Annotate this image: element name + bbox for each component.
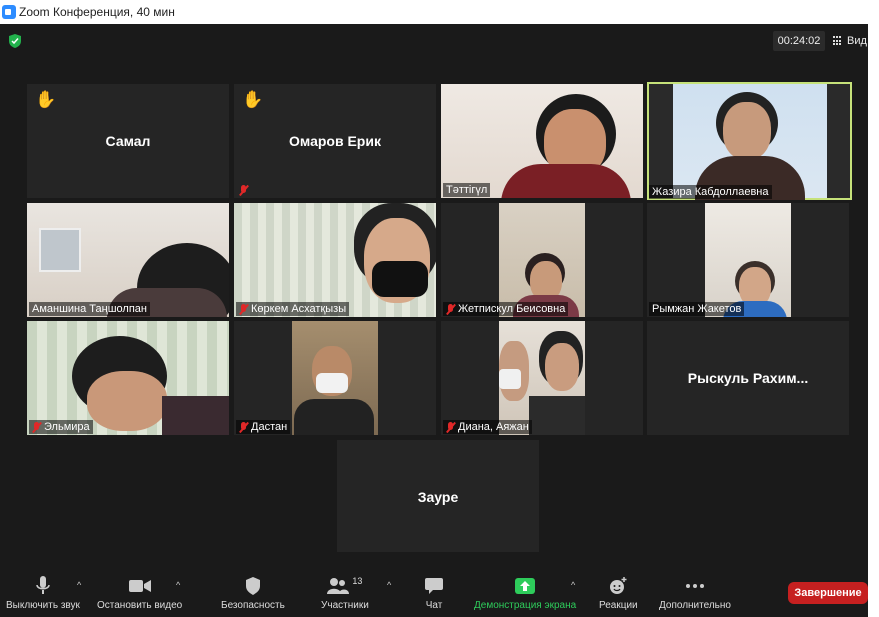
end-meeting-button[interactable]: Завершение bbox=[788, 582, 868, 604]
video-feed bbox=[27, 321, 229, 435]
mic-muted-icon bbox=[239, 185, 248, 196]
more-button[interactable]: Дополнительно bbox=[659, 552, 731, 617]
mic-muted-icon bbox=[239, 303, 248, 315]
video-feed bbox=[499, 321, 585, 435]
participant-tile-dastan[interactable]: Дастан bbox=[234, 321, 436, 435]
participant-label: Жетпискул Беисовна bbox=[443, 302, 569, 316]
smiley-add-icon bbox=[609, 575, 627, 597]
participant-label: Эльмира bbox=[29, 420, 93, 434]
share-screen-button[interactable]: Демонстрация экрана bbox=[474, 552, 576, 617]
meeting-timer: 00:24:02 bbox=[773, 31, 825, 51]
video-feed bbox=[705, 203, 791, 317]
share-options-caret[interactable]: ^ bbox=[571, 580, 575, 590]
video-button[interactable]: Остановить видео bbox=[97, 552, 182, 617]
participant-name: Тәттігүл bbox=[446, 184, 488, 196]
microphone-icon bbox=[36, 575, 50, 597]
security-label: Безопасность bbox=[221, 600, 285, 611]
chat-button[interactable]: Чат bbox=[425, 552, 443, 617]
participant-name: Рымжан Жакетов bbox=[652, 303, 742, 315]
participant-name: Аманшина Таңшолпан bbox=[32, 303, 147, 315]
title-bar: Zoom Конференция, 40 мин bbox=[0, 0, 879, 24]
camera-icon bbox=[128, 575, 151, 597]
mic-muted-icon bbox=[239, 421, 248, 433]
participant-name: Самал bbox=[105, 133, 151, 149]
share-screen-label: Демонстрация экрана bbox=[474, 600, 577, 611]
chat-bubble-icon bbox=[425, 575, 443, 597]
participant-name: Рыскуль Рахим... bbox=[687, 370, 809, 386]
participant-label: Диана, Аяжан bbox=[443, 420, 532, 434]
view-button[interactable]: Вид bbox=[833, 31, 867, 51]
window-title: Zoom Конференция, 40 мин bbox=[19, 5, 175, 19]
participant-tile-elmira[interactable]: Эльмира bbox=[27, 321, 229, 435]
participant-name: Омаров Ерик bbox=[289, 133, 381, 149]
audio-options-caret[interactable]: ^ bbox=[77, 580, 81, 590]
participant-name: Эльмира bbox=[44, 421, 90, 433]
video-feed bbox=[441, 84, 643, 198]
participant-label: Аманшина Таңшолпан bbox=[29, 302, 150, 316]
reactions-label: Реакции bbox=[599, 600, 638, 611]
participant-name: Жетпискул Беисовна bbox=[458, 303, 566, 315]
reactions-button[interactable]: Реакции bbox=[599, 552, 638, 617]
mic-muted-icon bbox=[446, 421, 455, 433]
participant-label bbox=[236, 184, 251, 197]
participants-label: Участники bbox=[321, 600, 369, 611]
participant-tile-ryskul[interactable]: Рыскуль Рахим... bbox=[647, 321, 849, 435]
grid-view-icon bbox=[833, 36, 843, 46]
mic-muted-icon bbox=[32, 421, 41, 433]
mic-muted-icon bbox=[446, 303, 455, 315]
participant-label: Дастан bbox=[236, 420, 291, 434]
shield-check-icon[interactable] bbox=[9, 34, 21, 48]
chat-label: Чат bbox=[425, 600, 443, 611]
participants-count: 13 bbox=[352, 576, 363, 586]
participant-tile-zhetpiskul[interactable]: Жетпискул Беисовна bbox=[441, 203, 643, 317]
security-shield-icon bbox=[245, 575, 260, 597]
video-label: Остановить видео bbox=[97, 600, 183, 611]
video-feed bbox=[27, 203, 229, 317]
participant-name: Көркем Асхатқызы bbox=[251, 303, 347, 315]
more-dots-icon bbox=[685, 575, 704, 597]
meeting-toolbar: Выключить звук ^ Остановить видео ^ Безо… bbox=[0, 552, 868, 617]
participant-label: Рымжан Жакетов bbox=[649, 302, 745, 316]
participants-button[interactable]: 13 Участники bbox=[321, 552, 369, 617]
participant-name: Зауре bbox=[417, 489, 459, 505]
participant-tile-tattigul[interactable]: Тәттігүл bbox=[441, 84, 643, 198]
participant-name: Дастан bbox=[251, 421, 288, 433]
video-feed bbox=[234, 203, 436, 317]
video-feed bbox=[499, 203, 585, 317]
participant-tile-samal[interactable]: ✋ Самал bbox=[27, 84, 229, 198]
participant-tile-zaure[interactable]: Зауре bbox=[337, 440, 539, 554]
view-label: Вид bbox=[847, 35, 867, 47]
participant-tile-zhazira[interactable]: Жазира Кабдоллаевна bbox=[647, 82, 852, 200]
video-feed bbox=[292, 321, 378, 435]
video-feed bbox=[673, 84, 827, 200]
participant-tile-korkem[interactable]: Көркем Асхатқызы bbox=[234, 203, 436, 317]
participant-tile-amanshina[interactable]: Аманшина Таңшолпан bbox=[27, 203, 229, 317]
participant-tile-diana[interactable]: Диана, Аяжан bbox=[441, 321, 643, 435]
mute-button[interactable]: Выключить звук bbox=[6, 552, 80, 617]
meeting-window: 00:24:02 Вид ✋ Самал ✋ Омаров Ерик Тәтті… bbox=[0, 24, 868, 617]
participant-label: Көркем Асхатқызы bbox=[236, 302, 350, 316]
participants-options-caret[interactable]: ^ bbox=[387, 580, 391, 590]
share-screen-icon bbox=[515, 575, 536, 597]
mute-label: Выключить звук bbox=[6, 600, 80, 611]
video-options-caret[interactable]: ^ bbox=[176, 580, 180, 590]
security-button[interactable]: Безопасность bbox=[221, 552, 285, 617]
participant-label: Жазира Кабдоллаевна bbox=[649, 185, 772, 199]
participant-tile-rymzhan[interactable]: Рымжан Жакетов bbox=[647, 203, 849, 317]
zoom-logo-icon bbox=[2, 5, 16, 19]
participant-name: Жазира Кабдоллаевна bbox=[652, 186, 769, 198]
participant-tile-erik[interactable]: ✋ Омаров Ерик bbox=[234, 84, 436, 198]
participant-label: Тәттігүл bbox=[443, 183, 491, 197]
more-label: Дополнительно bbox=[659, 600, 731, 611]
participants-icon: 13 bbox=[327, 575, 362, 597]
participant-name: Диана, Аяжан bbox=[458, 421, 529, 433]
